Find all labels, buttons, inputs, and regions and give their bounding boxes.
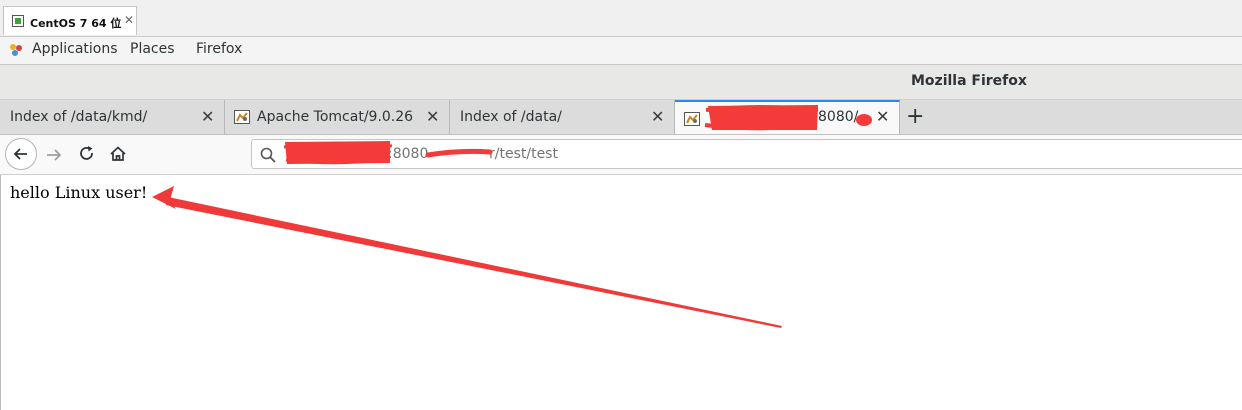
tab-apache-tomcat[interactable]: Apache Tomcat/9.0.26 ✕ [225,100,450,134]
vm-tab[interactable]: CentOS 7 64 位 ✕ [3,6,137,35]
firefox-menu[interactable]: Firefox [196,41,242,57]
tab-index-data-kmd[interactable]: Index of /data/kmd/ ✕ [0,100,225,134]
browser-tab-bar: Index of /data/kmd/ ✕ Apache Tomcat/9.0.… [0,100,1242,135]
vm-icon [12,15,24,27]
applications-menu[interactable]: Applications [32,41,118,57]
navigation-bar: :8080 r/test/test [0,135,1242,175]
tab-close-icon[interactable]: ✕ [876,107,889,126]
applications-icon [10,44,22,56]
tab-active-test[interactable]: 8080/ ✕ [675,100,900,134]
url-path-text: r/test/test [489,146,558,162]
tab-close-icon[interactable]: ✕ [426,107,439,126]
gnome-top-bar: Applications Places Firefox [0,37,1242,65]
window-title: Mozilla Firefox [911,73,1027,89]
tab-title: Index of /data/kmd/ [10,109,148,125]
new-tab-button[interactable]: + [906,104,924,129]
tab-title: 8080/ [818,109,859,125]
tomcat-favicon-icon [234,110,250,124]
window-title-bar: Mozilla Firefox [0,65,1242,100]
forward-arrow-icon[interactable] [45,146,63,164]
page-content: hello Linux user! [0,175,1242,410]
tab-close-icon[interactable]: ✕ [651,107,664,126]
reload-icon[interactable] [78,145,96,163]
back-button[interactable] [5,138,37,170]
vm-tab-close-icon[interactable]: ✕ [124,13,134,27]
tab-close-icon[interactable]: ✕ [201,107,214,126]
home-icon[interactable] [109,145,127,163]
tab-index-data[interactable]: Index of /data/ ✕ [450,100,675,134]
vm-tab-strip: CentOS 7 64 位 ✕ [0,0,1242,37]
tomcat-favicon-icon [684,112,700,126]
url-port-text: :8080 [388,146,429,162]
page-body-text: hello Linux user! [10,183,148,202]
search-icon [260,147,276,163]
url-bar[interactable]: :8080 r/test/test [251,139,1242,169]
tab-title: Apache Tomcat/9.0.26 [257,109,414,125]
back-arrow-icon [13,148,27,160]
tab-title: Index of /data/ [460,109,562,125]
places-menu[interactable]: Places [130,41,175,57]
vm-tab-title: CentOS 7 64 位 [30,17,122,30]
